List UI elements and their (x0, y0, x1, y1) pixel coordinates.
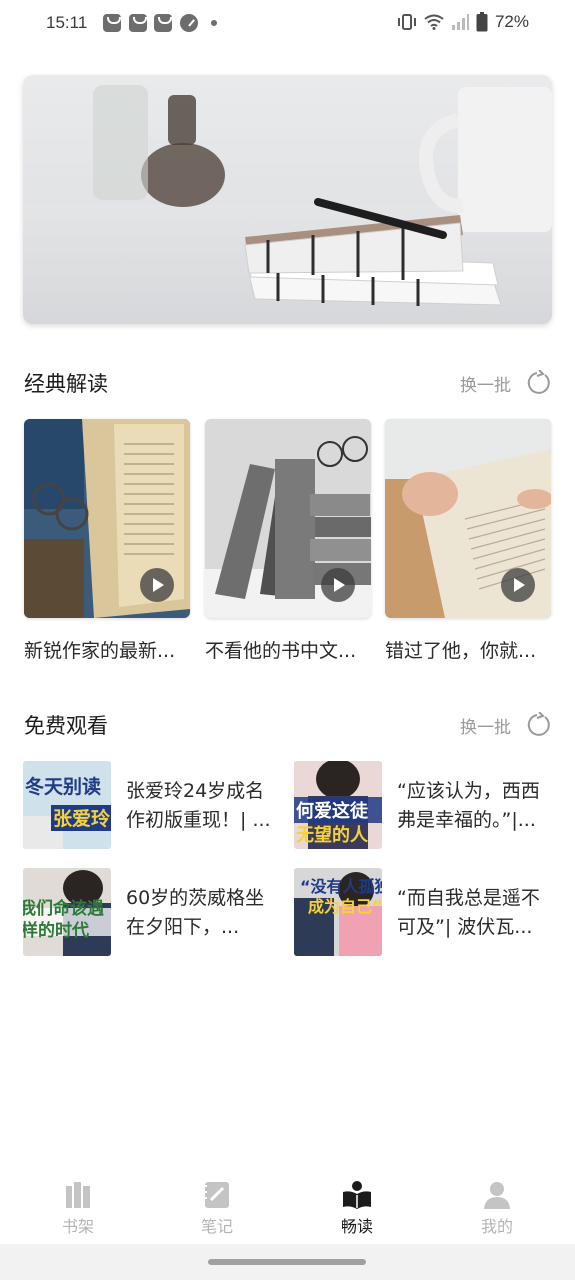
card-title: 不看他的书中文... (205, 640, 357, 662)
card-title: 错过了他，你就... (385, 640, 537, 662)
play-icon[interactable] (321, 568, 355, 602)
thumbnail-caption: 无望的人 (296, 824, 369, 846)
free-video-item[interactable]: “没有人孤独 成为自己” “而自我总是遥不可及”| 波伏瓦... (294, 868, 552, 956)
status-time: 15:11 (46, 13, 88, 32)
battery-percent: 72% (494, 12, 529, 31)
hero-image (23, 75, 552, 324)
status-bar: 15:11 72% (0, 0, 575, 48)
video-title: “应该认为，西西弗是幸福的。”|... (397, 780, 540, 831)
free-video-item[interactable]: 我们命该遇 样的时代 60岁的茨威格坐在夕阳下，... (23, 868, 281, 956)
video-title: “而自我总是遥不可及”| 波伏瓦... (397, 887, 540, 938)
video-thumbnail: 我们命该遇 样的时代 (23, 868, 111, 956)
refresh-icon (527, 370, 550, 394)
refresh-button[interactable]: 换一批 (460, 370, 551, 396)
vibrate-icon (397, 14, 416, 30)
video-thumbnail: 冬天别读 张爱玲 (23, 761, 111, 849)
classic-card[interactable]: 错过了他，你就... (385, 419, 551, 663)
thumbnail-image: 何爱这徒 无望的人 (294, 761, 382, 849)
card-thumbnail (385, 419, 551, 618)
video-title: 张爱玲24岁成名作初版重现！| ... (126, 780, 271, 831)
refresh-icon (527, 712, 550, 736)
hero-banner[interactable] (23, 75, 552, 324)
free-section-header: 免费观看 换一批 (24, 710, 551, 744)
section-title: 经典解读 (24, 372, 108, 396)
thumbnail-caption: 张爱玲 (53, 807, 111, 830)
card-thumbnail (24, 419, 190, 618)
thumbnail-caption: 成为自己” (308, 897, 382, 916)
bookshelf-icon (66, 1182, 90, 1208)
notification-icon (103, 14, 121, 32)
nav-profile[interactable]: 我的 (447, 1180, 547, 1237)
thumbnail-caption: 何爱这徒 (296, 800, 369, 822)
video-thumbnail: 何爱这徒 无望的人 (294, 761, 382, 849)
wifi-icon (424, 14, 444, 30)
free-video-item[interactable]: 何爱这徒 无望的人 “应该认为，西西弗是幸福的。”|... (294, 761, 552, 849)
nav-label: 笔记 (200, 1217, 233, 1236)
profile-icon (484, 1182, 510, 1209)
nav-label: 书架 (61, 1217, 94, 1236)
gesture-handle[interactable] (208, 1259, 366, 1265)
notification-icon (154, 14, 172, 32)
nav-label: 畅读 (340, 1217, 373, 1236)
video-title: 60岁的茨威格坐在夕阳下，... (126, 887, 265, 938)
reading-icon (343, 1181, 371, 1209)
section-title: 免费观看 (24, 714, 108, 738)
thumbnail-caption: 冬天别读 (25, 775, 101, 798)
card-title: 新锐作家的最新... (24, 640, 176, 662)
nav-notes[interactable]: 笔记 (167, 1180, 267, 1237)
thumbnail-caption: 我们命该遇 (23, 898, 104, 919)
nav-label: 我的 (480, 1217, 513, 1236)
status-right-group: 72% (397, 12, 529, 32)
nav-bookshelf[interactable]: 书架 (28, 1180, 128, 1237)
refresh-label: 换一批 (460, 375, 511, 396)
gesture-area (0, 1244, 575, 1280)
video-thumbnail: “没有人孤独 成为自己” (294, 868, 382, 956)
card-thumbnail (205, 419, 371, 618)
nav-reading[interactable]: 畅读 (307, 1180, 407, 1237)
battery-icon (476, 12, 488, 32)
classic-section-header: 经典解读 换一批 (24, 368, 551, 402)
free-video-item[interactable]: 冬天别读 张爱玲 张爱玲24岁成名作初版重现！| ... (23, 761, 281, 849)
thumbnail-caption: 样的时代 (23, 920, 89, 941)
thumbnail-image: 我们命该遇 样的时代 (23, 868, 111, 956)
refresh-button[interactable]: 换一批 (460, 712, 551, 738)
play-icon[interactable] (140, 568, 174, 602)
play-icon[interactable] (501, 568, 535, 602)
refresh-label: 换一批 (460, 717, 511, 738)
dot-icon (211, 20, 217, 26)
thumbnail-image: 冬天别读 张爱玲 (23, 761, 111, 849)
notification-icon (129, 14, 147, 32)
bottom-navigation: 书架 笔记 畅读 我的 (0, 1168, 575, 1244)
notes-icon (202, 1182, 229, 1208)
signal-icon (451, 14, 469, 30)
classic-card[interactable]: 不看他的书中文... (205, 419, 371, 663)
classic-card[interactable]: 新锐作家的最新... (24, 419, 190, 663)
thumbnail-image: “没有人孤独 成为自己” (294, 868, 382, 956)
gauge-icon (180, 14, 198, 32)
thumbnail-caption: “没有人孤独 (300, 877, 382, 896)
